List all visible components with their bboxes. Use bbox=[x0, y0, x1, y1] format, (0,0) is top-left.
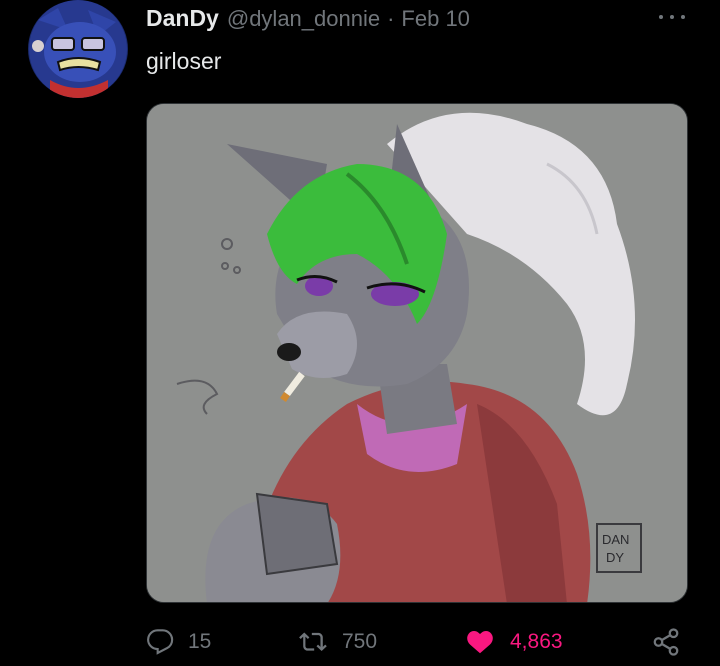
reply-icon bbox=[147, 629, 174, 655]
display-name[interactable]: DanDy bbox=[146, 5, 219, 32]
share-icon bbox=[653, 628, 679, 656]
tweet: DanDy @dylan_donnie · Feb 10 girloser DA… bbox=[0, 0, 720, 666]
tweet-image[interactable]: DAN DY bbox=[146, 103, 688, 603]
reply-count: 15 bbox=[188, 630, 212, 653]
avatar[interactable] bbox=[28, 0, 128, 98]
like-count: 4,863 bbox=[510, 630, 563, 653]
share-button[interactable] bbox=[651, 620, 681, 664]
heart-icon bbox=[467, 630, 493, 654]
user-handle[interactable]: @dylan_donnie bbox=[227, 6, 380, 32]
tweet-date[interactable]: Feb 10 bbox=[401, 6, 470, 32]
reply-button[interactable]: 15 bbox=[146, 620, 211, 664]
tweet-actions: 15 750 4,863 bbox=[146, 620, 696, 664]
tweet-header: DanDy @dylan_donnie · Feb 10 bbox=[146, 5, 470, 32]
separator: · bbox=[387, 6, 395, 31]
artist-signature: DAN bbox=[602, 532, 629, 547]
tweet-text: girloser bbox=[146, 48, 222, 74]
retweet-count: 750 bbox=[342, 630, 378, 653]
svg-text:DY: DY bbox=[606, 550, 624, 565]
more-icon[interactable] bbox=[656, 6, 688, 28]
retweet-icon bbox=[299, 632, 327, 651]
retweet-button[interactable]: 750 bbox=[298, 620, 377, 664]
like-button[interactable]: 4,863 bbox=[464, 620, 563, 664]
